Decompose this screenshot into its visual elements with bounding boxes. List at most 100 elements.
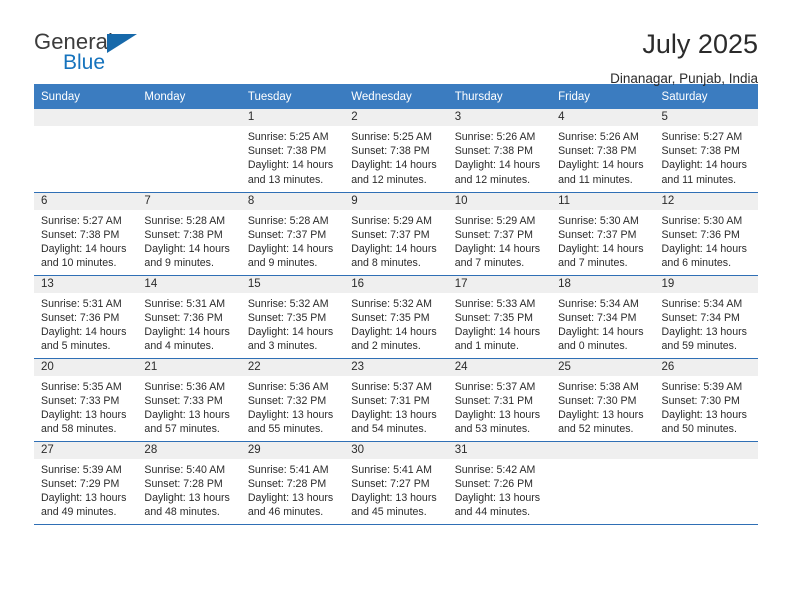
logo-text-blue: Blue [63, 51, 106, 74]
day-details: Sunrise: 5:27 AM Sunset: 7:38 PM Daylight:… [655, 126, 758, 187]
calendar-day-cell[interactable]: 7 Sunrise: 5:28 AM Sunset: 7:38 PM Daylight… [137, 192, 241, 276]
sunrise-text: Sunrise: 5:32 AM [247, 297, 329, 310]
sunrise-text: Sunrise: 5:36 AM [144, 380, 226, 393]
triangle-icon [107, 34, 137, 53]
sunrise-text: Sunrise: 5:28 AM [247, 214, 329, 227]
day-details: Sunrise: 5:34 AM Sunset: 7:34 PM Daylight:… [551, 293, 654, 354]
day-details: Sunrise: 5:40 AM Sunset: 7:28 PM Daylight:… [137, 459, 240, 520]
calendar-day-cell[interactable]: 6 Sunrise: 5:27 AM Sunset: 7:38 PM Daylight… [34, 192, 138, 276]
day-details: Sunrise: 5:31 AM Sunset: 7:36 PM Daylight:… [137, 293, 240, 354]
calendar-day-cell[interactable]: 5 Sunrise: 5:27 AM Sunset: 7:38 PM Daylight… [654, 109, 758, 193]
daylight-text: Daylight: 14 hours and 7 minutes. [454, 242, 541, 270]
day-details: Sunrise: 5:36 AM Sunset: 7:32 PM Daylight:… [241, 376, 344, 437]
weekday-header-thursday: Thursday [447, 84, 552, 109]
daylight-text: Daylight: 14 hours and 3 minutes. [247, 325, 334, 353]
day-details: Sunrise: 5:28 AM Sunset: 7:38 PM Daylight:… [137, 210, 240, 271]
calendar-day-cell[interactable]: 1 Sunrise: 5:25 AM Sunset: 7:38 PM Daylight… [240, 109, 345, 193]
sunrise-text: Sunrise: 5:30 AM [661, 214, 743, 227]
day-number: 11 [551, 192, 655, 210]
daylight-text: Daylight: 14 hours and 0 minutes. [558, 325, 644, 353]
day-number: 12 [654, 192, 758, 210]
daylight-text: Daylight: 14 hours and 8 minutes. [351, 242, 437, 270]
calendar-day-cell[interactable]: 9 Sunrise: 5:29 AM Sunset: 7:37 PM Daylight… [344, 192, 448, 276]
calendar-day-cell[interactable]: 24 Sunrise: 5:37 AM Sunset: 7:31 PM Dayligh… [447, 358, 552, 442]
sunrise-text: Sunrise: 5:41 AM [351, 463, 432, 476]
sunrise-text: Sunrise: 5:35 AM [41, 380, 122, 393]
calendar-day-cell[interactable]: 21 Sunrise: 5:36 AM Sunset: 7:33 PM Dayligh… [137, 358, 241, 442]
sunset-text: Sunset: 7:38 PM [351, 145, 430, 158]
daylight-text: Daylight: 14 hours and 12 minutes. [351, 159, 437, 186]
calendar-day-cell[interactable]: 26 Sunrise: 5:39 AM Sunset: 7:30 PM Dayligh… [654, 358, 758, 442]
calendar-day-cell[interactable]: 20 Sunrise: 5:35 AM Sunset: 7:33 PM Dayligh… [34, 358, 138, 442]
calendar-day-cell[interactable]: 8 Sunrise: 5:28 AM Sunset: 7:37 PM Daylight… [240, 192, 345, 276]
calendar-week-row: 20 Sunrise: 5:35 AM Sunset: 7:33 PM Dayligh… [34, 358, 758, 442]
sunrise-text: Sunrise: 5:36 AM [247, 380, 329, 393]
day-number: 23 [344, 358, 448, 376]
calendar-day-cell[interactable]: 16 Sunrise: 5:32 AM Sunset: 7:35 PM Dayligh… [344, 275, 448, 359]
daylight-text: Daylight: 14 hours and 2 minutes. [351, 325, 437, 353]
calendar-day-cell[interactable]: 14 Sunrise: 5:31 AM Sunset: 7:36 PM Dayligh… [137, 275, 241, 359]
weekday-header-friday: Friday [551, 84, 655, 109]
day-number: 10 [447, 192, 552, 210]
calendar-day-cell[interactable]: 25 Sunrise: 5:38 AM Sunset: 7:30 PM Dayligh… [551, 358, 655, 442]
calendar-day-cell[interactable]: 29 Sunrise: 5:41 AM Sunset: 7:28 PM Dayligh… [240, 441, 345, 525]
calendar-day-cell[interactable]: 23 Sunrise: 5:37 AM Sunset: 7:31 PM Dayligh… [344, 358, 448, 442]
daylight-text: Daylight: 14 hours and 13 minutes. [247, 159, 334, 186]
day-details: Sunrise: 5:30 AM Sunset: 7:36 PM Daylight:… [655, 210, 758, 271]
calendar-day-cell[interactable]: 10 Sunrise: 5:29 AM Sunset: 7:37 PM Dayligh… [447, 192, 552, 276]
general-blue-logo[interactable]: General Blue [34, 30, 214, 86]
sunset-text: Sunset: 7:35 PM [351, 311, 430, 324]
daylight-text: Daylight: 14 hours and 7 minutes. [558, 242, 644, 270]
page-subtitle: Dinanagar, Punjab, India [610, 71, 758, 87]
sunrise-text: Sunrise: 5:39 AM [41, 463, 122, 476]
calendar-day-cell[interactable]: 4 Sunrise: 5:26 AM Sunset: 7:38 PM Daylight… [551, 109, 655, 193]
sunset-text: Sunset: 7:29 PM [41, 477, 120, 490]
weekday-header-saturday: Saturday [654, 84, 758, 109]
calendar-day-cell[interactable]: 12 Sunrise: 5:30 AM Sunset: 7:36 PM Dayligh… [654, 192, 758, 276]
daylight-text: Daylight: 13 hours and 59 minutes. [661, 325, 747, 353]
sunset-text: Sunset: 7:27 PM [351, 477, 430, 490]
calendar-day-cell[interactable]: 30 Sunrise: 5:41 AM Sunset: 7:27 PM Dayligh… [344, 441, 448, 525]
calendar-day-cell[interactable]: 18 Sunrise: 5:34 AM Sunset: 7:34 PM Dayligh… [551, 275, 655, 359]
calendar-day-cell[interactable]: 19 Sunrise: 5:34 AM Sunset: 7:34 PM Dayligh… [654, 275, 758, 359]
calendar-day-cell[interactable]: 31 Sunrise: 5:42 AM Sunset: 7:26 PM Dayligh… [447, 441, 552, 525]
sunrise-text: Sunrise: 5:38 AM [558, 380, 639, 393]
sunset-text: Sunset: 7:38 PM [558, 145, 637, 158]
calendar-day-cell[interactable]: 15 Sunrise: 5:32 AM Sunset: 7:35 PM Dayligh… [240, 275, 345, 359]
sunrise-text: Sunrise: 5:28 AM [144, 214, 226, 227]
calendar-day-cell[interactable]: 2 Sunrise: 5:25 AM Sunset: 7:38 PM Daylight… [344, 109, 448, 193]
day-details: Sunrise: 5:39 AM Sunset: 7:30 PM Daylight:… [655, 376, 758, 437]
day-number: 27 [34, 441, 138, 459]
calendar-day-cell-empty [551, 441, 655, 525]
sunrise-text: Sunrise: 5:29 AM [351, 214, 432, 227]
sunrise-text: Sunrise: 5:31 AM [41, 297, 122, 310]
daylight-text: Daylight: 13 hours and 48 minutes. [144, 491, 230, 519]
day-number: 28 [137, 441, 241, 459]
day-number: 13 [34, 275, 138, 293]
sunrise-text: Sunrise: 5:27 AM [41, 214, 122, 227]
day-details: Sunrise: 5:25 AM Sunset: 7:38 PM Daylight:… [344, 126, 447, 187]
calendar-day-cell[interactable]: 11 Sunrise: 5:30 AM Sunset: 7:37 PM Dayligh… [551, 192, 655, 276]
calendar-day-cell[interactable]: 27 Sunrise: 5:39 AM Sunset: 7:29 PM Dayligh… [34, 441, 138, 525]
sunrise-text: Sunrise: 5:29 AM [454, 214, 536, 227]
calendar-day-cell[interactable]: 22 Sunrise: 5:36 AM Sunset: 7:32 PM Dayligh… [240, 358, 345, 442]
weekday-header-monday: Monday [137, 84, 241, 109]
day-number: 18 [551, 275, 655, 293]
daylight-text: Daylight: 13 hours and 46 minutes. [247, 491, 334, 519]
sunset-text: Sunset: 7:32 PM [247, 394, 327, 407]
sunrise-text: Sunrise: 5:41 AM [247, 463, 329, 476]
day-number: 30 [344, 441, 448, 459]
day-details: Sunrise: 5:32 AM Sunset: 7:35 PM Daylight:… [241, 293, 344, 354]
day-number: 22 [240, 358, 345, 376]
calendar-week-row: 1 Sunrise: 5:25 AM Sunset: 7:38 PM Daylight… [34, 109, 758, 193]
day-details: Sunrise: 5:29 AM Sunset: 7:37 PM Daylight:… [344, 210, 447, 271]
calendar-day-cell[interactable]: 17 Sunrise: 5:33 AM Sunset: 7:35 PM Dayligh… [447, 275, 552, 359]
sunset-text: Sunset: 7:28 PM [144, 477, 223, 490]
calendar-day-cell[interactable]: 28 Sunrise: 5:40 AM Sunset: 7:28 PM Dayligh… [137, 441, 241, 525]
sunrise-text: Sunrise: 5:39 AM [661, 380, 743, 393]
calendar-day-cell[interactable]: 13 Sunrise: 5:31 AM Sunset: 7:36 PM Dayligh… [34, 275, 138, 359]
daylight-text: Daylight: 14 hours and 11 minutes. [661, 159, 747, 186]
calendar-day-cell[interactable]: 3 Sunrise: 5:26 AM Sunset: 7:38 PM Daylight… [447, 109, 552, 193]
day-number: 24 [447, 358, 552, 376]
day-number: 20 [34, 358, 138, 376]
